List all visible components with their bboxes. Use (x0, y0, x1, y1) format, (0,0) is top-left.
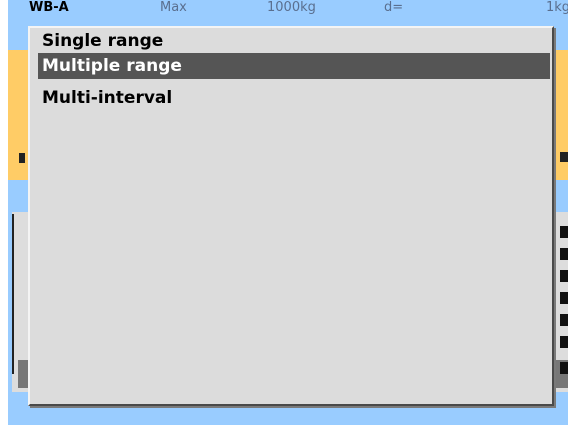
display-left-edge (12, 214, 14, 374)
division-label: d= (384, 0, 404, 15)
range-type-dropdown: Single range Multiple range Multi-interv… (28, 26, 554, 406)
menu-item-multi-interval[interactable]: Multi-interval (38, 85, 550, 111)
band-right-marker (560, 152, 568, 162)
glyph-fragment (560, 336, 568, 348)
max-capacity: 1000kg (267, 0, 316, 15)
glyph-fragment (560, 362, 568, 374)
glyph-fragment (560, 270, 568, 282)
menu-item-single-range[interactable]: Single range (38, 28, 550, 54)
right-edge-characters (560, 212, 568, 382)
division-value: 1kg (546, 0, 568, 15)
band-left-marker (19, 153, 25, 163)
glyph-fragment (560, 292, 568, 304)
max-label: Max (160, 0, 187, 15)
glyph-fragment (560, 314, 568, 326)
menu-item-multiple-range[interactable]: Multiple range (38, 53, 550, 79)
glyph-fragment (560, 248, 568, 260)
scale-name: WB-A (29, 0, 69, 15)
glyph-fragment (560, 226, 568, 238)
scale-info-header: WB-A Max 1000kg d= 1kg (8, 0, 568, 18)
